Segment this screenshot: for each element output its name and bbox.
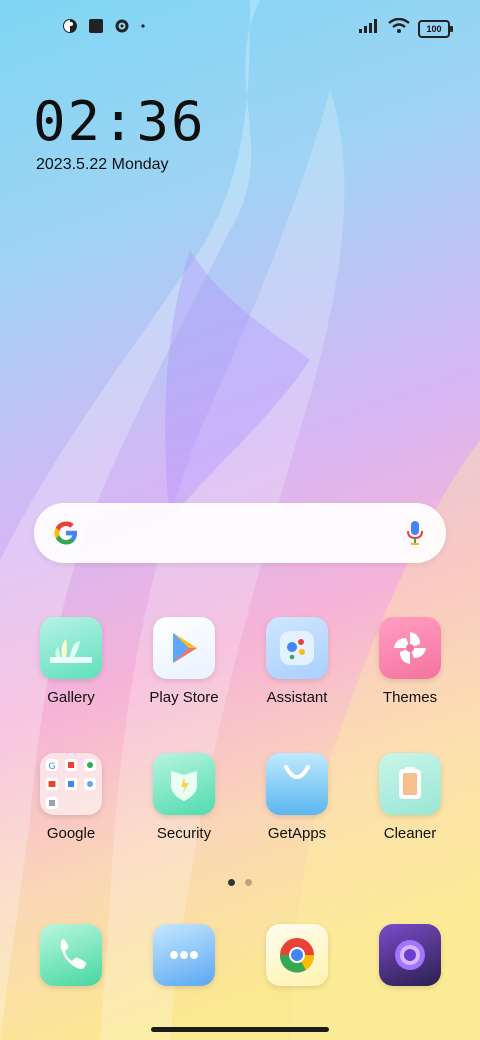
app-security[interactable]: Security bbox=[128, 753, 240, 842]
app-grid: Gallery Play Store Assistant Themes G Go… bbox=[0, 0, 480, 1040]
app-label: Play Store bbox=[149, 689, 219, 706]
app-google-folder[interactable]: G Google bbox=[15, 753, 127, 842]
assistant-icon bbox=[266, 617, 328, 679]
camera-icon bbox=[379, 924, 441, 986]
app-play-store[interactable]: Play Store bbox=[128, 617, 240, 706]
gallery-icon bbox=[40, 617, 102, 679]
app-cleaner[interactable]: Cleaner bbox=[354, 753, 466, 842]
page-dot-1 bbox=[228, 879, 235, 886]
messages-icon bbox=[153, 924, 215, 986]
app-assistant[interactable]: Assistant bbox=[241, 617, 353, 706]
google-folder-icon: G bbox=[40, 753, 102, 815]
dock-chrome[interactable] bbox=[241, 924, 353, 986]
svg-text:G: G bbox=[49, 762, 56, 772]
app-getapps[interactable]: GetApps bbox=[241, 753, 353, 842]
dock-messages[interactable] bbox=[128, 924, 240, 986]
app-label: Google bbox=[46, 825, 96, 842]
phone-icon bbox=[40, 924, 102, 986]
app-label: Assistant bbox=[266, 689, 328, 706]
getapps-icon bbox=[266, 753, 328, 815]
app-label: Gallery bbox=[47, 689, 95, 706]
dock-phone[interactable] bbox=[15, 924, 127, 986]
chrome-icon bbox=[266, 924, 328, 986]
play-store-icon bbox=[153, 617, 215, 679]
app-label: GetApps bbox=[267, 825, 327, 842]
cleaner-icon bbox=[379, 753, 441, 815]
app-label: Security bbox=[156, 825, 212, 842]
page-dot-2 bbox=[245, 879, 252, 886]
app-label: Cleaner bbox=[383, 825, 437, 842]
page-indicator bbox=[228, 879, 252, 886]
app-themes[interactable]: Themes bbox=[354, 617, 466, 706]
dock-camera[interactable] bbox=[354, 924, 466, 986]
themes-icon bbox=[379, 617, 441, 679]
security-icon bbox=[153, 753, 215, 815]
home-indicator[interactable] bbox=[151, 1027, 329, 1032]
app-label: Themes bbox=[382, 689, 438, 706]
app-gallery[interactable]: Gallery bbox=[15, 617, 127, 706]
